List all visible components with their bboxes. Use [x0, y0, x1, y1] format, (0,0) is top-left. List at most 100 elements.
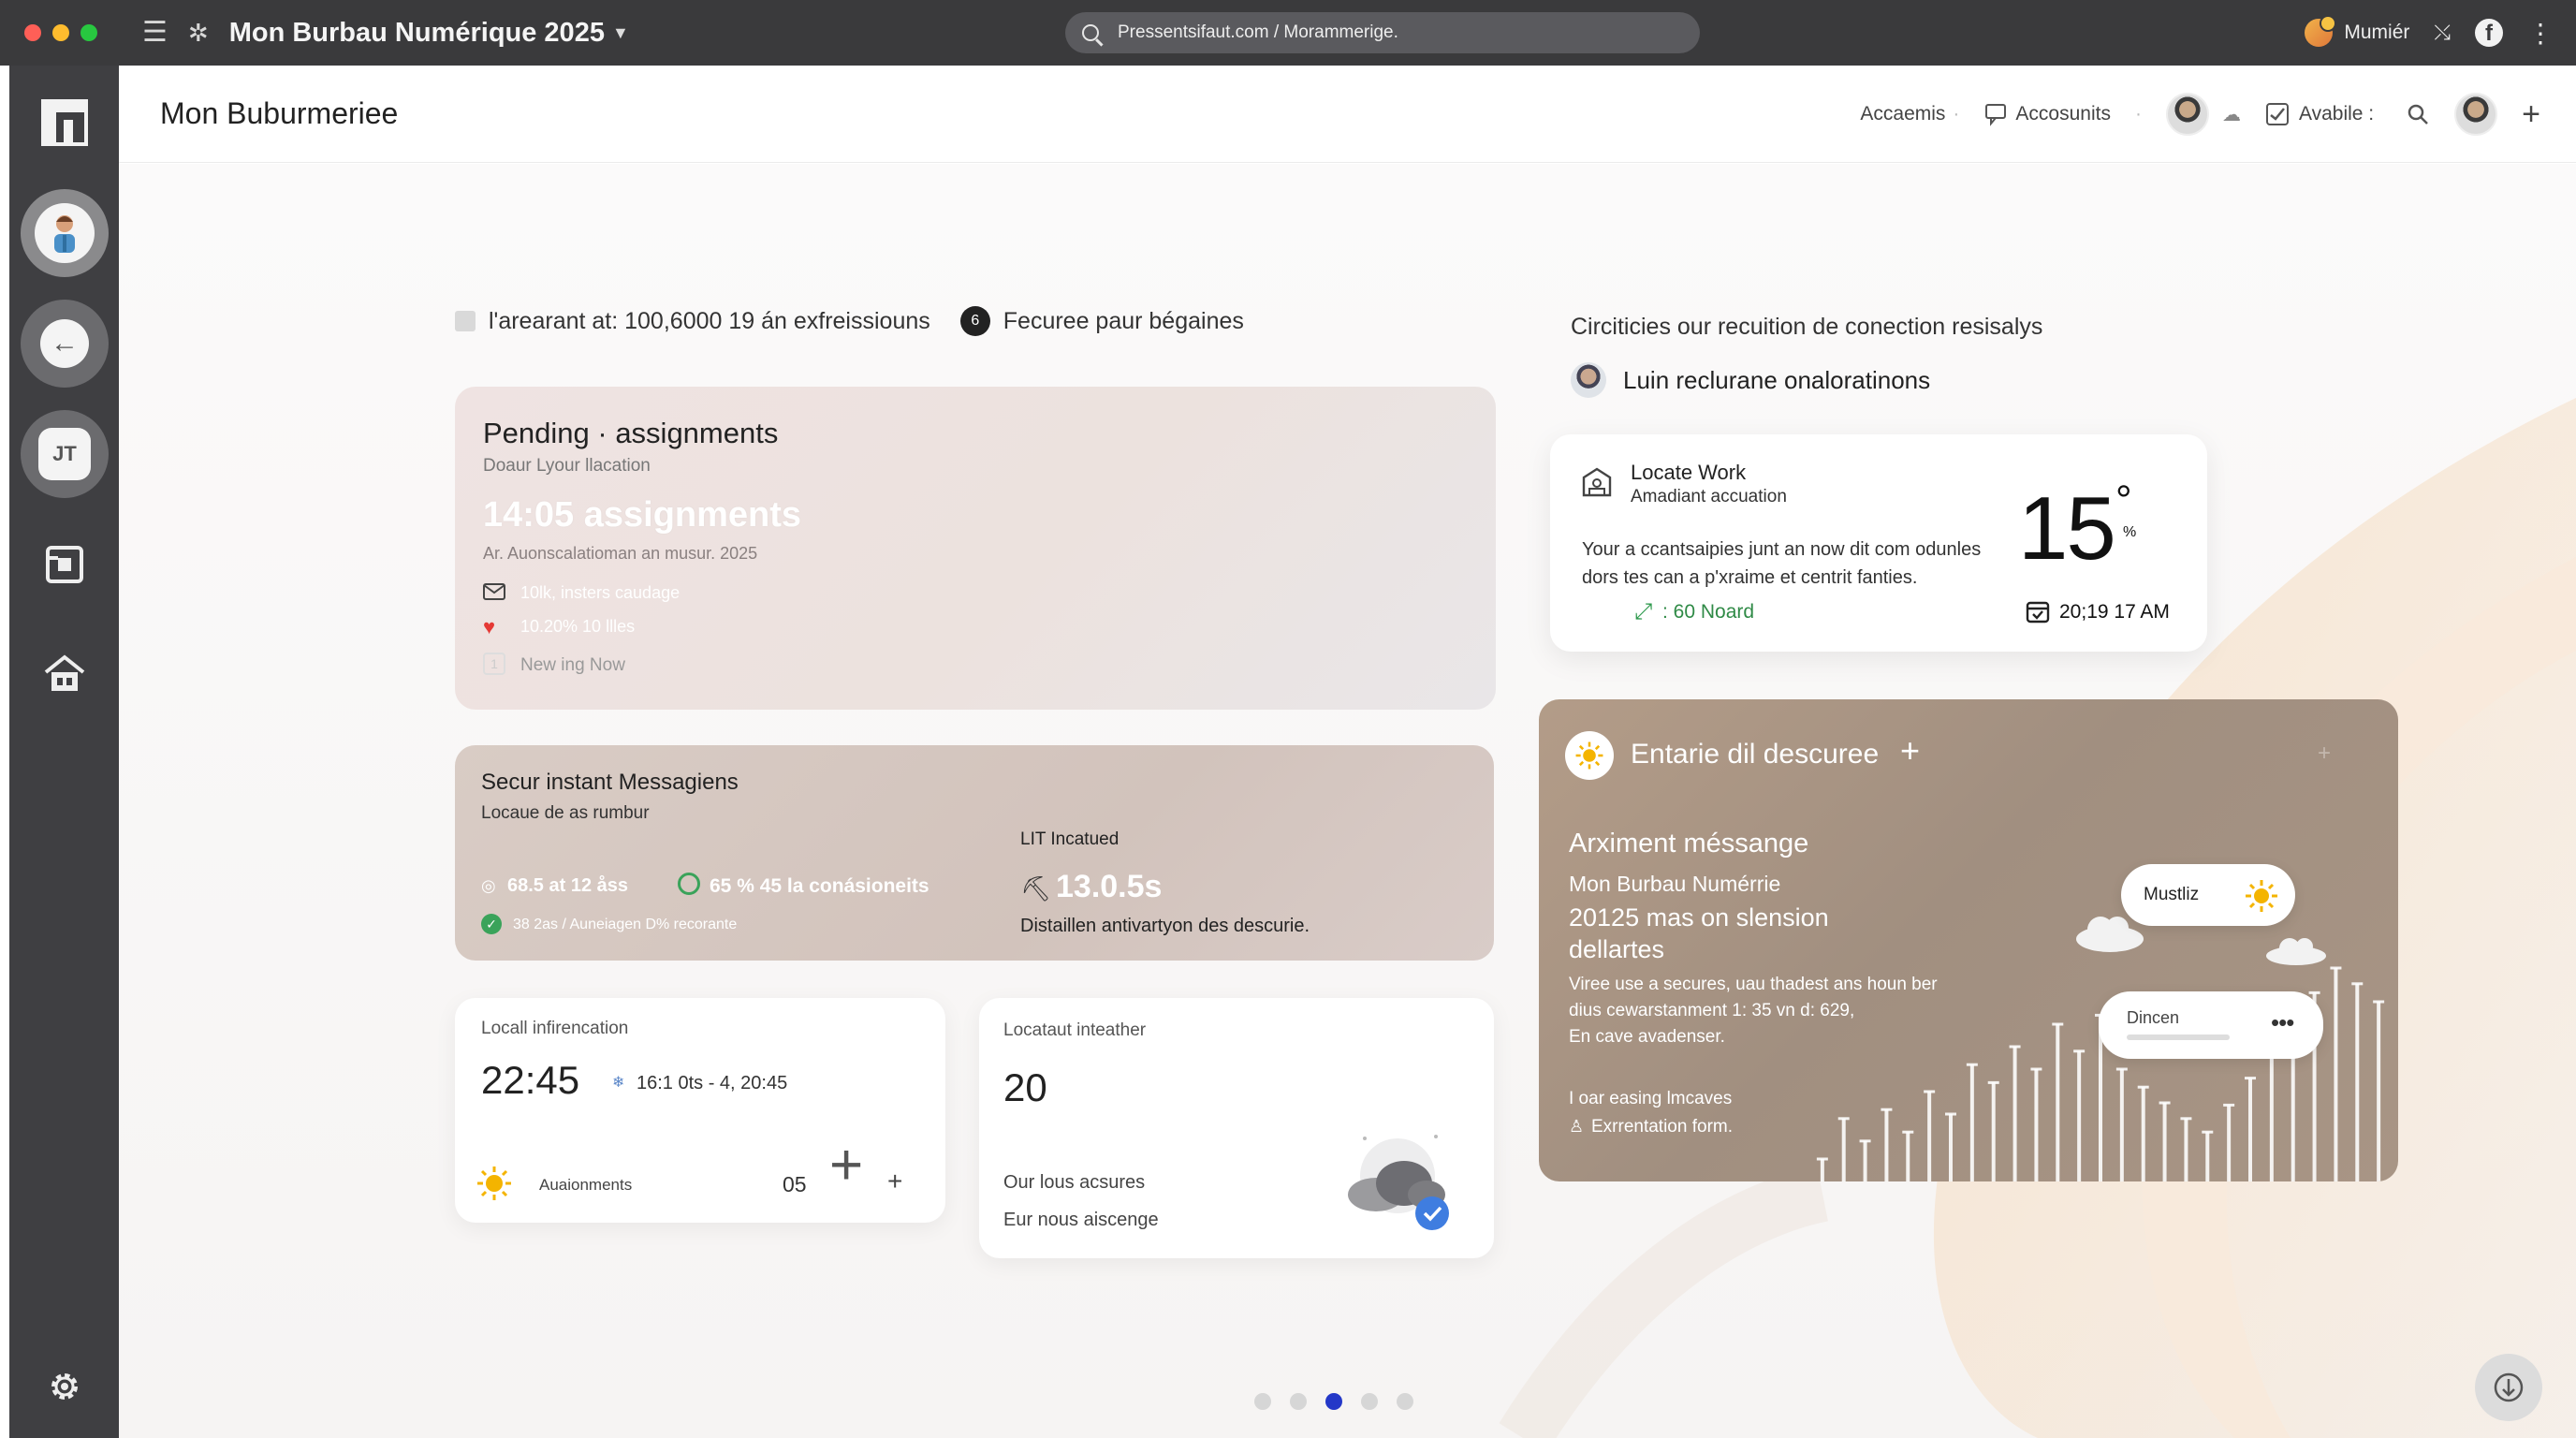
pager-dot[interactable] — [1361, 1393, 1378, 1410]
available-label: Avabile : — [2298, 103, 2375, 125]
weather-line-2: Eur nous aiscenge — [1003, 1210, 1159, 1230]
small-avatar — [1571, 362, 1606, 398]
add-faint-icon[interactable]: + — [2318, 741, 2331, 767]
gear-icon — [51, 1373, 78, 1400]
dock-home-button[interactable] — [41, 650, 88, 697]
cloud-check-icon — [1327, 1125, 1468, 1242]
search-icon[interactable] — [2406, 102, 2430, 126]
local-weather-card[interactable]: Locataut inteather 20 Our lous acsures E… — [979, 998, 1494, 1258]
page-title: Mon Buburmeriee — [160, 96, 399, 130]
summary-secondary[interactable]: Fecuree paur bégaines — [1003, 308, 1244, 335]
more-horizontal-icon[interactable]: ••• — [2271, 1008, 2294, 1037]
feature-subheading-3: dellartes — [1569, 935, 1665, 963]
column-value: 13.0.5s — [1056, 869, 1163, 904]
octagon-app-icon: JT — [38, 428, 91, 480]
pin-icon[interactable]: ✲ — [188, 21, 209, 45]
header-avatar[interactable] — [2165, 93, 2209, 136]
app-logo-icon[interactable] — [41, 99, 88, 146]
left-dock: ← JT — [9, 66, 119, 1438]
current-time: 22:45 — [481, 1058, 580, 1102]
local-information-card[interactable]: Locall infirencation 22:45 ❄ 16:1 0ts - … — [455, 998, 945, 1223]
add-icon[interactable]: + — [1900, 731, 1920, 770]
column-description: Distaillen antivartyon des descurie. — [1020, 916, 1310, 936]
dock-layout-button[interactable] — [41, 541, 88, 588]
back-arrow-icon: ← — [40, 319, 89, 368]
pager-dot[interactable] — [1254, 1393, 1271, 1410]
card-subtitle: Doaur Lyour llacation — [483, 456, 651, 476]
temperature-unit: ° — [2115, 477, 2132, 523]
section-subheading[interactable]: Luin reclurane onaloratinons — [1571, 362, 1930, 398]
header-actions: Accaemis · Accosunits · ☁ Avabile : + — [1860, 90, 2540, 139]
app-header: Mon Buburmeriee Accaemis · Accosunits · … — [119, 66, 2576, 163]
dock-settings-button[interactable] — [41, 1363, 88, 1410]
maximize-window-button[interactable] — [80, 24, 97, 41]
pager-dot[interactable] — [1397, 1393, 1413, 1410]
card-label: Locataut inteather — [1003, 1020, 1147, 1040]
accounts-label: Accosunits — [2015, 103, 2111, 125]
more-vertical-icon[interactable]: ⋮ — [2527, 18, 2554, 49]
dock-profile-button[interactable] — [21, 189, 109, 277]
share-icon[interactable]: ⤯ — [2434, 21, 2451, 45]
window-controls — [24, 24, 97, 41]
menu-icon[interactable]: ☰ — [142, 19, 168, 47]
minimize-window-button[interactable] — [52, 24, 69, 41]
status-bubble[interactable]: Dincen ••• — [2099, 991, 2323, 1059]
check-circle-icon — [678, 873, 700, 895]
weather-bubble[interactable]: Mustliz — [2121, 864, 2295, 926]
dock-back-button[interactable]: ← — [21, 300, 109, 388]
address-bar[interactable]: Pressentsifaut.com / Morammerige. — [1065, 12, 1700, 53]
window-title[interactable]: Mon Burbau Numérique 2025 — [229, 18, 605, 49]
move-cross-icon[interactable]: + — [829, 1137, 863, 1195]
bar-graphic — [1816, 966, 2385, 1181]
secure-messages-card[interactable]: Secur instant Messagiens Locaue de as ru… — [455, 745, 1494, 961]
home-icon — [44, 654, 85, 691]
description-line-1: Your a ccantsaipies junt an now dit com … — [1582, 539, 1982, 560]
info-icon: 1 — [483, 653, 505, 675]
item-text: New ing Now — [520, 655, 625, 675]
card-label: Locall infirencation — [481, 1019, 629, 1038]
location-stat: : 60 Noard — [1662, 601, 1755, 623]
accounts-link[interactable]: Accosunits — [1983, 102, 2111, 126]
assignments-detail: Ar. Auonscalatioman an musur. 2025 — [483, 544, 758, 563]
item-count: 05 — [783, 1172, 807, 1196]
available-status[interactable]: Avabile : — [2265, 102, 2374, 126]
user-name[interactable]: Mumiér — [2344, 22, 2409, 44]
close-window-button[interactable] — [24, 24, 41, 41]
cloud-sync-icon[interactable]: ☁ — [2222, 103, 2241, 126]
document-icon — [455, 311, 476, 331]
pending-assignments-card[interactable]: Pending · assignments Doaur Lyour llacat… — [455, 387, 1496, 710]
pager-dot[interactable] — [1325, 1393, 1342, 1410]
pager-dot[interactable] — [1290, 1393, 1307, 1410]
calendar-icon — [2026, 599, 2050, 628]
feature-card[interactable]: Entarie dil descuree + + Arximent méssan… — [1539, 699, 2398, 1181]
footer-label: Auaionments — [539, 1176, 633, 1194]
card-title: Locate Work — [1631, 461, 1747, 484]
feature-paragraph-3: En cave avadenser. — [1569, 1027, 1725, 1047]
bubble-label: Mustliz — [2144, 885, 2200, 904]
card-title: Pending · assignments — [483, 417, 779, 449]
locate-work-card[interactable]: Locate Work Amadiant accuation 15 ° % Yo… — [1550, 434, 2207, 652]
os-titlebar: ☰ ✲ Mon Burbau Numérique 2025 ▼ Pressent… — [0, 0, 2576, 66]
add-icon[interactable]: + — [2522, 98, 2540, 130]
map-location-icon — [1580, 466, 1614, 503]
facebook-icon[interactable]: f — [2475, 19, 2503, 47]
trend-up-icon: ⤢ — [1634, 599, 1653, 624]
location-time: 20;19 17 AM — [2059, 601, 2170, 623]
accaemis-menu[interactable]: Accaemis — [1860, 103, 1945, 125]
stat-value: 68.5 at 12 åss — [507, 875, 628, 896]
feature-title: Entarie dil descuree — [1631, 739, 1880, 770]
add-icon[interactable]: + — [887, 1167, 902, 1196]
feature-footer-1: I oar easing lmcaves — [1569, 1089, 1733, 1108]
assignments-count: 14:05 assignments — [483, 495, 802, 535]
temperature-value: 15 — [2018, 478, 2116, 579]
feature-footer-2[interactable]: Exrrentation form. — [1591, 1117, 1733, 1137]
floating-action-button[interactable] — [2475, 1354, 2542, 1421]
chevron-down-icon[interactable]: ▼ — [612, 23, 629, 43]
user-avatar[interactable] — [2305, 15, 2337, 47]
checkbox-icon — [2265, 103, 2289, 125]
dock-apps-button[interactable]: JT — [21, 410, 109, 498]
time-range: 16:1 0ts - 4, 20:45 — [637, 1073, 788, 1093]
stat-value: 65 % 45 la conásioneits — [710, 875, 929, 897]
pager-dots — [1254, 1393, 1413, 1410]
profile-avatar[interactable] — [2454, 93, 2498, 136]
